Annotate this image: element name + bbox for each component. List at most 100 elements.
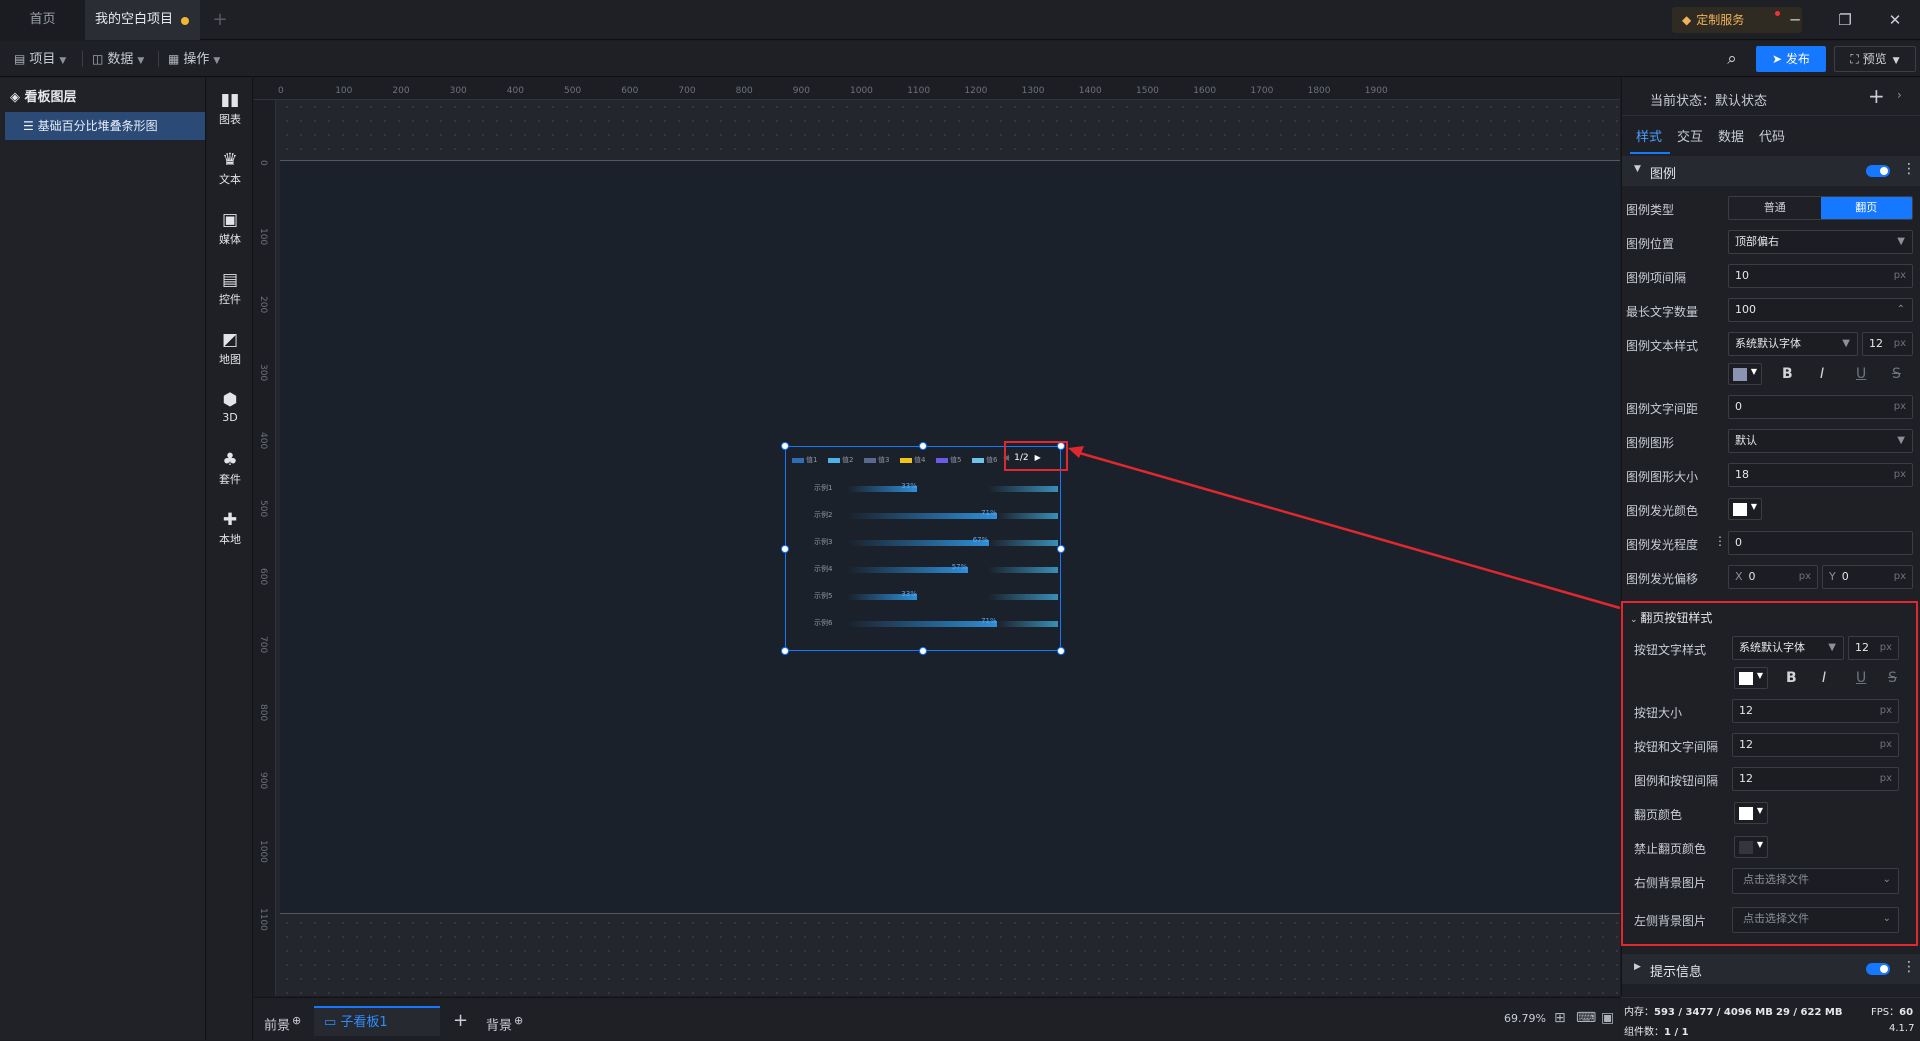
menu-project[interactable]: ▤ 项目 ▼ bbox=[14, 41, 66, 77]
resize-handle[interactable] bbox=[781, 545, 789, 553]
resize-handle[interactable] bbox=[781, 442, 789, 450]
bar-remainder[interactable] bbox=[988, 486, 1058, 492]
minimize-button[interactable]: ─ bbox=[1772, 0, 1818, 40]
publish-button[interactable]: ➤ 发布 bbox=[1756, 46, 1826, 72]
layer-item[interactable]: ☰ 基础百分比堆叠条形图 bbox=[5, 112, 205, 140]
bar-remainder[interactable] bbox=[988, 594, 1058, 600]
tab-sub-board[interactable]: ▭ 子看板1 bbox=[314, 1006, 440, 1036]
stepper-up-icon[interactable]: ⌃ bbox=[1897, 299, 1905, 321]
fit-screen-icon[interactable]: ⊞ bbox=[1554, 1010, 1566, 1026]
more-icon[interactable]: ⋮ bbox=[1902, 959, 1916, 975]
resize-handle[interactable] bbox=[919, 442, 927, 450]
tab-project[interactable]: 我的空白项目 bbox=[85, 0, 200, 40]
more-icon[interactable]: ⋮ bbox=[1714, 534, 1726, 548]
preview-button[interactable]: ⛶ 预览 ▼ bbox=[1834, 46, 1916, 72]
zoom-level[interactable]: 69.79% bbox=[1504, 1012, 1546, 1025]
bar[interactable] bbox=[848, 567, 968, 573]
glow-offset-y-input[interactable]: Y 0 px bbox=[1822, 565, 1913, 589]
comp-3d[interactable]: ⬢ 3D bbox=[207, 390, 253, 424]
section-tooltip[interactable]: ▶ 提示信息 ⋮ bbox=[1622, 954, 1920, 984]
bar[interactable] bbox=[848, 513, 998, 519]
terminal-icon[interactable]: ▣ bbox=[1601, 1010, 1614, 1026]
comp-media[interactable]: ▣ 媒体 bbox=[207, 210, 253, 247]
legend-type-segment[interactable]: 普通 翻页 bbox=[1728, 196, 1913, 220]
font-select[interactable]: 系统默认字体 ▼ bbox=[1728, 332, 1858, 356]
add-board-button[interactable]: + bbox=[453, 1006, 468, 1036]
text-color-picker[interactable]: ▼ bbox=[1728, 363, 1762, 385]
strikethrough-icon[interactable]: S bbox=[1892, 366, 1901, 382]
tab-background[interactable]: 背景 ⊕ bbox=[486, 1006, 523, 1036]
chevron-right-icon[interactable]: › bbox=[1897, 88, 1902, 102]
legend-type-page[interactable]: 翻页 bbox=[1820, 197, 1912, 219]
ruler-tick-label: 400 bbox=[506, 86, 524, 96]
legend-toggle[interactable] bbox=[1866, 165, 1890, 177]
legend-item[interactable]: 值5 bbox=[936, 455, 961, 465]
italic-icon[interactable]: I bbox=[1820, 366, 1824, 382]
close-button[interactable]: ✕ bbox=[1872, 0, 1918, 40]
restore-button[interactable]: ❐ bbox=[1822, 0, 1868, 40]
bar[interactable] bbox=[848, 621, 998, 627]
tooltip-toggle[interactable] bbox=[1866, 963, 1890, 975]
legend-item[interactable]: 值6 bbox=[972, 455, 997, 465]
tab-interaction[interactable]: 交互 bbox=[1677, 126, 1703, 145]
tab-data[interactable]: 数据 bbox=[1718, 126, 1744, 145]
comp-control[interactable]: ▤ 控件 bbox=[207, 270, 253, 307]
section-legend[interactable]: ▼ 图例 ⋮ bbox=[1622, 156, 1920, 186]
ruler-tick-label: 200 bbox=[392, 86, 410, 96]
shape-size-input[interactable]: 18 px bbox=[1728, 463, 1913, 487]
bar-remainder[interactable] bbox=[988, 540, 1058, 546]
legend-position-select[interactable]: 顶部偏右 ▼ bbox=[1728, 230, 1913, 254]
more-icon[interactable]: ⋮ bbox=[1902, 161, 1916, 177]
memory-value: 593 / 3477 / 4096 MB bbox=[1654, 1007, 1773, 1018]
glow-level-input[interactable]: 0 bbox=[1728, 531, 1913, 555]
legend-item[interactable]: 值3 bbox=[864, 455, 889, 465]
section-tooltip-title: 提示信息 bbox=[1650, 965, 1703, 980]
comp-map[interactable]: ◩ 地图 bbox=[207, 330, 253, 367]
category-label: 示例3 bbox=[814, 538, 833, 546]
bar-remainder[interactable] bbox=[988, 567, 1058, 573]
comp-label: 图表 bbox=[219, 113, 241, 126]
keyboard-icon[interactable]: ⌨ bbox=[1576, 1010, 1596, 1026]
legend-type-normal[interactable]: 普通 bbox=[1729, 197, 1821, 219]
comp-kit[interactable]: ♣ 套件 bbox=[207, 450, 253, 487]
tab-home[interactable]: 首页 bbox=[0, 0, 85, 40]
bar-remainder[interactable] bbox=[997, 513, 1058, 519]
tab-project-label: 我的空白项目 bbox=[95, 12, 174, 27]
underline-icon[interactable]: U bbox=[1856, 366, 1866, 382]
tab-style[interactable]: 样式 bbox=[1636, 126, 1662, 145]
font-size-input[interactable]: 12 px bbox=[1862, 332, 1913, 356]
menu-data[interactable]: ◫ 数据 ▼ bbox=[92, 41, 144, 77]
bar[interactable] bbox=[848, 540, 989, 546]
add-tab-button[interactable]: + bbox=[205, 0, 235, 40]
state-value[interactable]: 默认状态 bbox=[1715, 94, 1767, 109]
bold-icon[interactable]: B bbox=[1782, 366, 1793, 382]
ruler-tick-label: 1600 bbox=[1193, 86, 1217, 96]
legend-item[interactable]: 值4 bbox=[900, 455, 925, 465]
diamond-icon: ◆ bbox=[1682, 13, 1692, 27]
resize-handle[interactable] bbox=[781, 647, 789, 655]
comp-local[interactable]: ✚ 本地 bbox=[207, 510, 253, 547]
tab-code[interactable]: 代码 bbox=[1759, 126, 1785, 145]
resize-handle[interactable] bbox=[919, 647, 927, 655]
legend-item[interactable]: 值2 bbox=[828, 455, 853, 465]
search-icon[interactable]: ⌕ bbox=[1718, 46, 1746, 72]
glow-color-picker[interactable]: ▼ bbox=[1728, 498, 1762, 520]
glow-offset-x-input[interactable]: X 0 px bbox=[1728, 565, 1818, 589]
tab-foreground[interactable]: 前景 ⊕ bbox=[264, 1006, 301, 1036]
comp-chart[interactable]: ▮▮ 图表 bbox=[207, 90, 253, 127]
resize-handle[interactable] bbox=[1057, 647, 1065, 655]
add-circle-icon[interactable]: ⊕ bbox=[292, 1014, 301, 1027]
legend-gap-input[interactable]: 10 px bbox=[1728, 264, 1913, 288]
ruler-tick-label: 500 bbox=[258, 500, 268, 518]
ruler-tick-label: 700 bbox=[678, 86, 696, 96]
max-text-input[interactable]: 100 ⌃ bbox=[1728, 298, 1913, 322]
comp-text[interactable]: ♛ 文本 bbox=[207, 150, 253, 187]
bar-remainder[interactable] bbox=[997, 621, 1058, 627]
add-state-icon[interactable]: + bbox=[1868, 84, 1885, 108]
menu-operate[interactable]: ▦ 操作 ▼ bbox=[168, 41, 220, 77]
legend-item[interactable]: 值1 bbox=[792, 455, 817, 465]
text-spacing-input[interactable]: 0 px bbox=[1728, 395, 1913, 419]
legend-shape-select[interactable]: 默认 ▼ bbox=[1728, 429, 1913, 453]
add-circle-icon[interactable]: ⊕ bbox=[514, 1014, 523, 1027]
chart-widget[interactable]: 值1 值2 值3 值4 值5 值6 ◀ 1/2 ▶ 示例1 33% 示例2 71% 示例3 67% 示例4… bbox=[781, 442, 1065, 655]
